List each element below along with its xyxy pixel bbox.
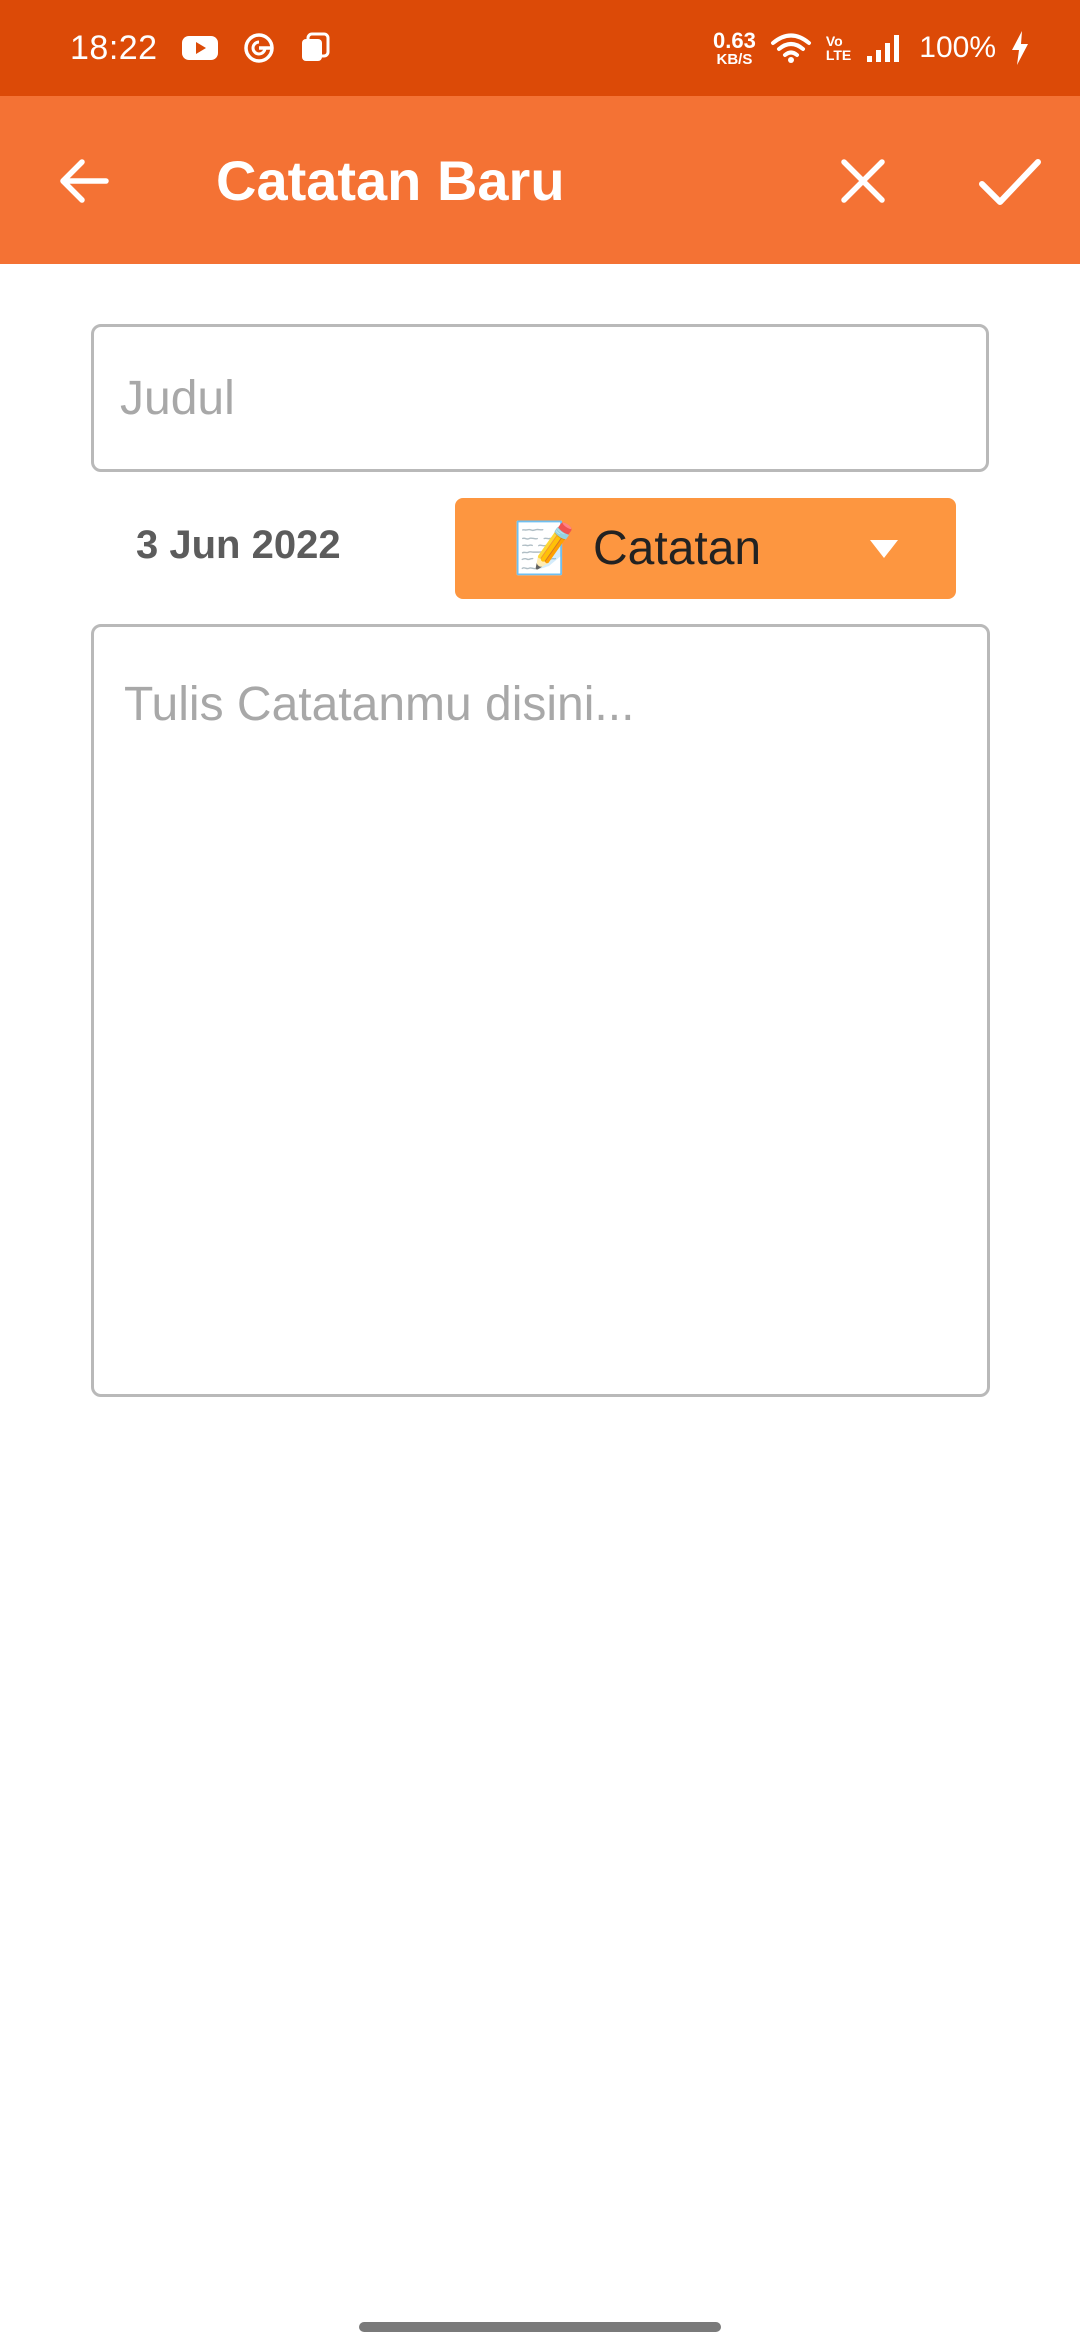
page-title: Catatan Baru [216, 149, 565, 212]
volte-top: Vo [825, 33, 843, 49]
signal-icon [867, 35, 900, 62]
date-label[interactable]: 3 Jun 2022 [136, 515, 341, 575]
title-input[interactable] [91, 324, 989, 472]
network-speed-value: 0.63 [713, 27, 756, 53]
status-left: 18:22 [70, 29, 332, 68]
arrow-left-icon[interactable] [50, 146, 120, 216]
category-selected-label: Catatan [593, 522, 762, 575]
status-right: 0.63 KB/S Vo LTE 100% [713, 27, 1030, 68]
charging-icon [1012, 31, 1028, 65]
home-indicator[interactable] [359, 2322, 721, 2332]
network-speed-unit: KB/S [716, 50, 753, 68]
caret-down-icon [870, 540, 898, 558]
status-bar: 18:22 0.63 KB/S Vo LTE 100% [0, 0, 1080, 96]
app-icon [301, 32, 330, 61]
category-dropdown[interactable]: 📝 Catatan [455, 498, 956, 599]
status-time: 18:22 [70, 28, 158, 67]
check-icon[interactable] [972, 146, 1048, 216]
battery-level: 100% [919, 31, 996, 64]
network-speed: 0.63 KB/S [713, 27, 756, 68]
app-bar: Catatan Baru [0, 96, 1080, 264]
volte-indicator: Vo LTE [826, 34, 851, 62]
wifi-icon [770, 33, 811, 63]
memo-icon: 📝 [513, 520, 576, 576]
volte-bottom: LTE [825, 47, 852, 63]
close-icon[interactable] [828, 146, 898, 216]
g-icon [243, 33, 274, 63]
note-body-input[interactable] [91, 624, 990, 1397]
youtube-icon [181, 36, 218, 60]
